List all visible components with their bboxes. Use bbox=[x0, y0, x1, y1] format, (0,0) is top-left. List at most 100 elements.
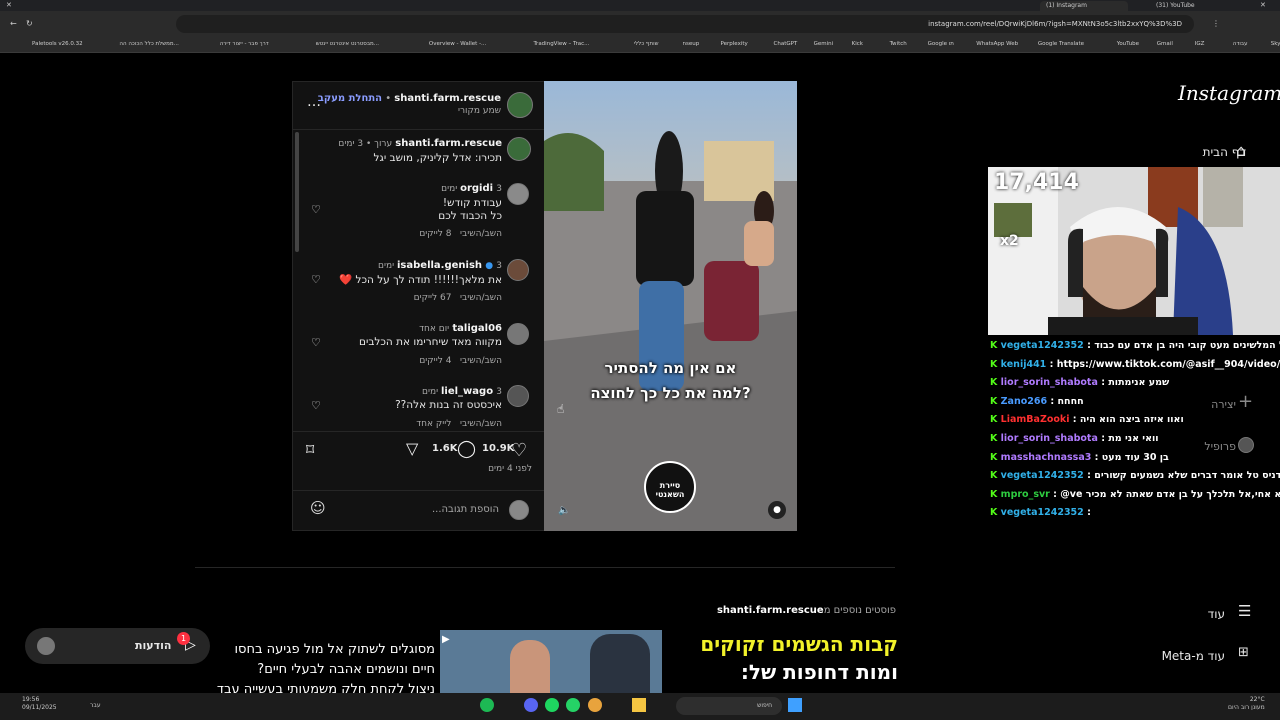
home-icon[interactable]: ⌂ bbox=[1236, 141, 1246, 160]
comment-like-icon[interactable]: ♡ bbox=[311, 203, 321, 216]
audio-label[interactable]: שמע מקורי bbox=[351, 106, 501, 116]
comment-avatar[interactable] bbox=[507, 323, 529, 345]
reply-link[interactable]: השב/השיבי bbox=[460, 356, 502, 366]
nav-meta[interactable]: עוד מ-Meta bbox=[1115, 649, 1225, 663]
comment-username[interactable]: taligal06 bbox=[452, 323, 502, 334]
clock[interactable]: 19:56 09/11/2025 bbox=[22, 696, 57, 712]
nav-more[interactable]: עוד bbox=[1135, 607, 1225, 621]
comment-likes[interactable]: 67 לייקים bbox=[414, 293, 452, 303]
author-username[interactable]: shanti.farm.rescue bbox=[394, 93, 501, 104]
reload-icon[interactable]: ↻ bbox=[26, 19, 33, 28]
bookmark-item[interactable]: Kick bbox=[852, 41, 863, 47]
reply-link[interactable]: השב/השיבי bbox=[460, 293, 502, 303]
reply-link[interactable]: השב/השיבי bbox=[460, 229, 502, 239]
tagged-user-icon[interactable]: ● bbox=[768, 501, 786, 519]
nav-home[interactable]: דף הבית bbox=[1136, 145, 1246, 159]
bookmark-item[interactable]: עבודה bbox=[1233, 41, 1248, 47]
reply-link[interactable]: השב/השיבי bbox=[460, 419, 502, 429]
comment-avatar[interactable] bbox=[507, 183, 529, 205]
more-post-image[interactable]: ▶ bbox=[440, 630, 662, 693]
taskbar-search[interactable]: חיפוש bbox=[676, 697, 782, 715]
chat-username[interactable]: lior_sorin_shabota bbox=[1001, 433, 1098, 444]
comment-username[interactable]: liel_wago bbox=[441, 386, 493, 397]
file-explorer-icon[interactable] bbox=[632, 698, 646, 712]
emoji-icon[interactable]: ☺ bbox=[310, 499, 326, 517]
tab-instagram[interactable]: (1) Instagram bbox=[1040, 1, 1128, 11]
bookmark-item[interactable]: שותף כללי bbox=[634, 41, 659, 47]
bookmark-item[interactable]: Twitch bbox=[890, 41, 907, 47]
bookmark-item[interactable]: Google תו bbox=[928, 41, 954, 47]
close-icon[interactable]: ✕ bbox=[6, 1, 12, 9]
bookmark-item[interactable]: nseup bbox=[683, 41, 700, 47]
reel-video[interactable]: אם אין מה להסתיר למה את כל כך לחוצה? סיי… bbox=[544, 81, 797, 531]
caption-username[interactable]: shanti.farm.rescue bbox=[395, 138, 502, 149]
chat-username[interactable]: masshachnassa3 bbox=[1001, 452, 1092, 463]
spotify-icon[interactable] bbox=[480, 698, 494, 712]
bookmark-item[interactable]: ממשלת כלל הכוכה הה... bbox=[119, 41, 178, 47]
comment-like-icon[interactable]: ♡ bbox=[311, 273, 321, 286]
bookmark-item[interactable]: Gmail bbox=[1157, 41, 1173, 47]
spotify-app-icon[interactable] bbox=[545, 698, 559, 712]
chrome-icon[interactable] bbox=[588, 698, 602, 712]
instagram-logo[interactable]: Instagram bbox=[1178, 81, 1280, 105]
comment-avatar[interactable] bbox=[507, 385, 529, 407]
bookmarks-bar: Paletools v26.0.32 ממשלת כלל הכוכה הה... ד… bbox=[0, 37, 1280, 53]
meta-icon[interactable]: ⊞ bbox=[1238, 645, 1249, 660]
language-indicator[interactable]: עבר bbox=[90, 702, 101, 709]
bookmark-item[interactable]: Gemini bbox=[814, 41, 834, 47]
comment-icon[interactable]: ◯ bbox=[457, 439, 476, 459]
likes-count[interactable]: 10.9K bbox=[482, 443, 514, 454]
comments-count[interactable]: 1.6K bbox=[432, 443, 457, 454]
back-icon[interactable]: ← bbox=[10, 19, 17, 28]
bookmark-item[interactable]: WhatsApp Web bbox=[976, 41, 1018, 47]
discord-icon[interactable] bbox=[524, 698, 538, 712]
bookmark-item[interactable]: ChatGPT bbox=[774, 41, 798, 47]
follow-button[interactable]: התחלת מעקב bbox=[318, 93, 382, 104]
mute-icon[interactable]: 🔈 bbox=[558, 505, 570, 516]
chat-username[interactable]: Zano266 bbox=[1001, 396, 1047, 407]
more-options-icon[interactable]: … bbox=[307, 94, 321, 110]
share-icon[interactable]: ▽ bbox=[406, 439, 418, 458]
more-post-thumb[interactable]: מסוגלים לשתוק אל מול פגיעה בחסו חיים ונו… bbox=[195, 630, 435, 693]
add-comment-input[interactable]: הוספת תגובה... bbox=[349, 504, 499, 515]
chat-username[interactable]: vegeta1242352 bbox=[1001, 470, 1084, 481]
bookmark-item[interactable]: Perplexity bbox=[721, 41, 748, 47]
multiplier-badge: x2 bbox=[1000, 233, 1019, 249]
bookmark-item[interactable]: Overview - Wallet -... bbox=[429, 41, 486, 47]
chat-username[interactable]: vegeta1242352 bbox=[1001, 507, 1084, 518]
more-posts-author[interactable]: shanti.farm.rescue bbox=[717, 605, 824, 616]
author-avatar[interactable] bbox=[507, 92, 533, 118]
chat-username[interactable]: vegeta1242352 bbox=[1001, 340, 1084, 351]
bookmark-item[interactable]: מבסטרנט אינטרנט יינטש... bbox=[316, 41, 379, 47]
comment-likes[interactable]: 4 לייקים bbox=[419, 356, 451, 366]
bookmark-item[interactable]: TradingView – Trac... bbox=[534, 41, 590, 47]
window-close-icon[interactable]: ✕ bbox=[1260, 1, 1266, 9]
chat-username[interactable]: mpro_svr bbox=[1001, 489, 1050, 500]
bookmark-item[interactable]: IGZ bbox=[1195, 41, 1205, 47]
bookmark-item[interactable]: SkyWay Tours bbox=[1271, 41, 1280, 47]
bookmark-item[interactable]: YouTube bbox=[1117, 41, 1139, 47]
more-post-thumb[interactable]: קבות הגשמים זקוקים ומות דחופות של: bbox=[662, 630, 898, 693]
bookmark-item[interactable]: Google Translate bbox=[1038, 41, 1084, 47]
weather-widget[interactable]: 22°C מעונן רוב היום bbox=[1228, 696, 1265, 712]
messages-pill[interactable]: הודעות ▷ 1 bbox=[25, 628, 210, 664]
chat-username[interactable]: lior_sorin_shabota bbox=[1001, 377, 1098, 388]
tab-youtube[interactable]: (31) YouTube bbox=[1150, 1, 1240, 11]
save-bookmark-icon[interactable]: ⌑ bbox=[306, 440, 314, 459]
comment-likes[interactable]: לייק אחד bbox=[416, 419, 451, 429]
bookmark-item[interactable]: דרך פבר - ייצור דירה bbox=[220, 41, 269, 47]
comment-likes[interactable]: 8 לייקים bbox=[419, 229, 451, 239]
comment-username[interactable]: isabella.genish bbox=[397, 260, 482, 271]
start-icon[interactable] bbox=[788, 698, 802, 712]
whatsapp-icon[interactable] bbox=[566, 698, 580, 712]
bookmark-item[interactable]: Paletools v26.0.32 bbox=[32, 41, 83, 47]
chat-username[interactable]: LiamBaZooki bbox=[1001, 414, 1070, 425]
extensions-icon[interactable]: ⋮ bbox=[1212, 19, 1220, 28]
comment-like-icon[interactable]: ♡ bbox=[311, 336, 321, 349]
comment-username[interactable]: orgidi bbox=[460, 183, 493, 194]
comment-like-icon[interactable]: ♡ bbox=[311, 399, 321, 412]
menu-icon[interactable]: ☰ bbox=[1238, 602, 1251, 620]
comment-avatar[interactable] bbox=[507, 259, 529, 281]
chat-username[interactable]: kenij441 bbox=[1001, 359, 1047, 370]
url-field[interactable]: instagram.com/reel/DQrwiKjDl6m/?igsh=MXN… bbox=[176, 15, 1194, 33]
